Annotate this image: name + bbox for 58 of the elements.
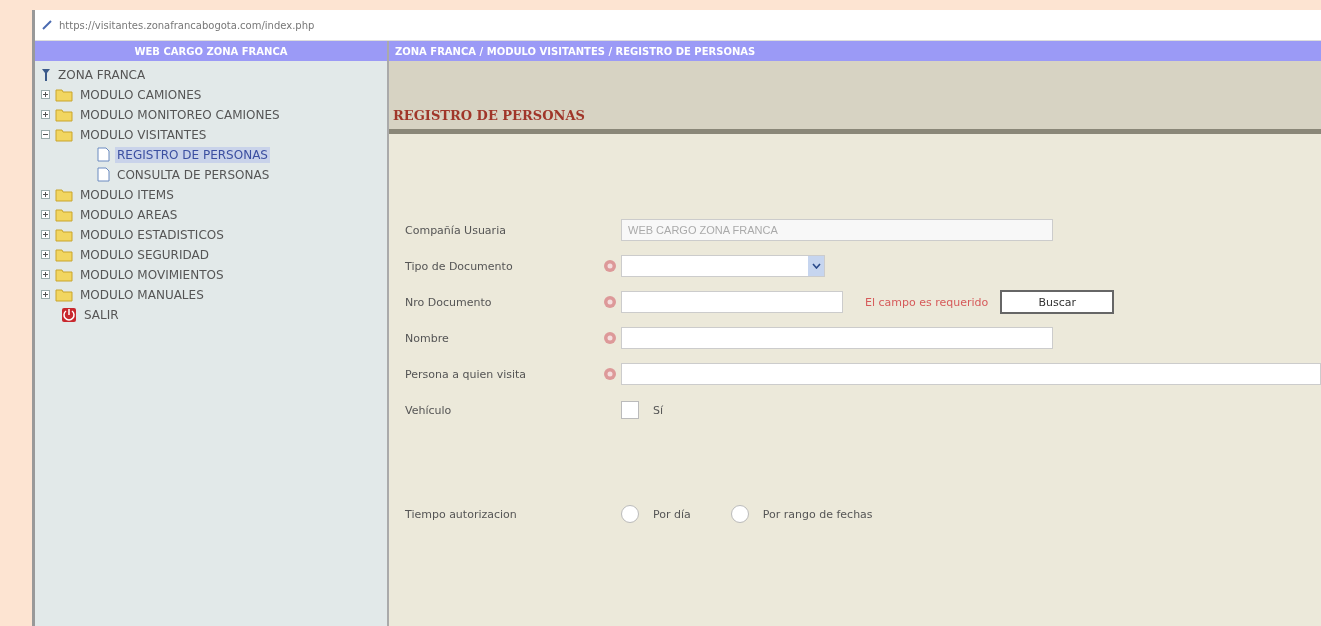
expand-icon[interactable]: [41, 230, 50, 239]
tree-item[interactable]: MODULO MANUALES: [78, 286, 206, 303]
field-label: Persona a quien visita: [405, 367, 528, 381]
folder-icon: [55, 107, 73, 122]
folder-icon: [55, 287, 73, 302]
error-message: El campo es requerido: [865, 295, 989, 309]
folder-icon: [55, 207, 73, 222]
dropdown-field[interactable]: [621, 255, 825, 277]
tree-item[interactable]: MODULO AREAS: [78, 206, 180, 223]
folder-icon: [55, 87, 73, 102]
tree-item[interactable]: CONSULTA DE PERSONAS: [115, 166, 272, 183]
text-field[interactable]: [621, 363, 1321, 385]
tree-item[interactable]: SALIR: [82, 306, 121, 323]
field-label: Compañía Usuaria: [405, 223, 507, 237]
tree-root-icon: [41, 67, 51, 82]
radio-button[interactable]: [621, 505, 639, 523]
radio-label: Por rango de fechas: [762, 507, 873, 521]
folder-icon: [55, 127, 73, 142]
page-title: REGISTRO DE PERSONAS: [393, 108, 585, 123]
field-label: Nombre: [405, 331, 450, 345]
text-field[interactable]: [621, 327, 1053, 349]
page-icon: [97, 147, 110, 162]
sidebar-header: WEB CARGO ZONA FRANCA: [35, 41, 387, 61]
checkbox[interactable]: [621, 401, 639, 419]
tree-item[interactable]: MODULO ITEMS: [78, 186, 176, 203]
tree-item[interactable]: MODULO ESTADISTICOS: [78, 226, 226, 243]
tree-item[interactable]: MODULO MONITOREO CAMIONES: [78, 106, 282, 123]
checkbox-label: Sí: [653, 403, 664, 417]
field-label: Tipo de Documento: [405, 259, 514, 273]
text-field[interactable]: [621, 291, 843, 313]
folder-icon: [55, 227, 73, 242]
field-label: Nro Documento: [405, 295, 493, 309]
page-icon: [97, 167, 110, 182]
tree-item[interactable]: MODULO MOVIMIENTOS: [78, 266, 226, 283]
tree-item[interactable]: ZONA FRANCA: [56, 66, 148, 83]
field-label: Vehículo: [405, 403, 453, 417]
expand-icon[interactable]: [41, 190, 50, 199]
folder-icon: [55, 247, 73, 262]
expand-icon[interactable]: [41, 210, 50, 219]
expand-icon[interactable]: [41, 250, 50, 259]
tree-item[interactable]: MODULO CAMIONES: [78, 86, 204, 103]
expand-icon[interactable]: [41, 270, 50, 279]
exit-icon: [61, 306, 77, 323]
radio-button[interactable]: [730, 505, 749, 523]
expand-icon[interactable]: [41, 90, 50, 99]
folder-icon: [55, 187, 73, 202]
collapse-icon[interactable]: [41, 130, 50, 139]
expand-icon[interactable]: [41, 290, 50, 299]
radio-label: Por día: [653, 507, 691, 521]
field-label: Tiempo autorizacion: [405, 507, 518, 521]
expand-icon[interactable]: [41, 110, 50, 119]
address-url[interactable]: https://visitantes.zonafrancabogota.com/index.php: [59, 19, 315, 31]
tree-item[interactable]: MODULO SEGURIDAD: [78, 246, 211, 263]
folder-icon: [55, 267, 73, 282]
breadcrumb: ZONA FRANCA / MODULO VISITANTES / REGISTRO DE PERSONAS: [389, 41, 1321, 61]
tree-item[interactable]: MODULO VISITANTES: [78, 126, 209, 143]
tree-item[interactable]: REGISTRO DE PERSONAS: [115, 146, 270, 163]
search-button[interactable]: Buscar: [1000, 290, 1115, 314]
